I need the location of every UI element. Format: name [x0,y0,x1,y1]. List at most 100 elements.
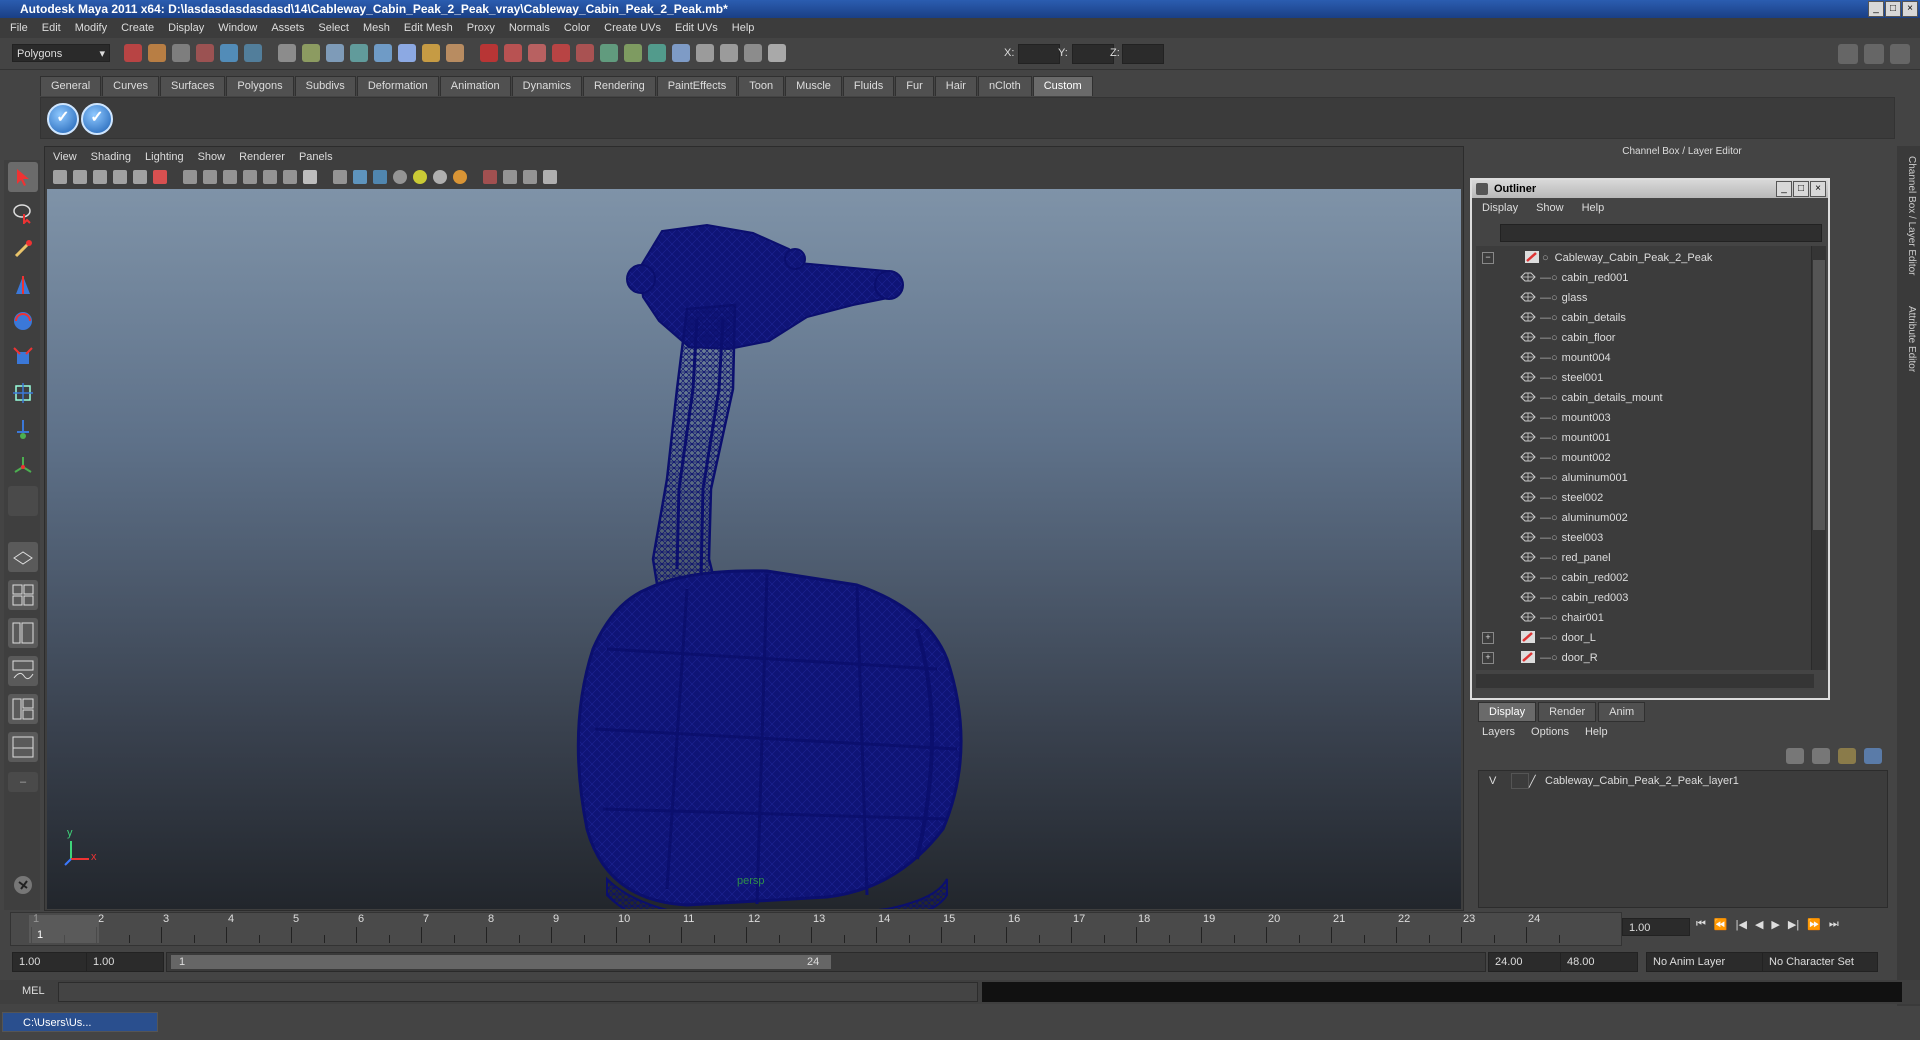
hypershade-icon[interactable] [552,44,570,62]
select-component-icon[interactable] [244,44,262,62]
outliner-item[interactable]: —○ cabin_floor [1476,328,1814,348]
menu-modify[interactable]: Modify [69,22,115,34]
snap-grid-icon[interactable] [302,44,320,62]
save-scene-icon[interactable] [172,44,190,62]
resolution-gate-icon[interactable] [223,170,237,184]
step-forward-frame-icon[interactable]: ▶| [1788,918,1799,931]
mask-icon[interactable] [278,44,296,62]
menu-edit-uvs[interactable]: Edit UVs [669,22,726,34]
history-icon[interactable] [422,44,440,62]
select-icon[interactable] [720,44,738,62]
construction-icon[interactable] [446,44,464,62]
x-field[interactable] [1018,44,1060,64]
wireframe-icon[interactable] [333,170,347,184]
close-button[interactable]: × [1902,1,1918,17]
current-frame-field[interactable]: 1.00 [1622,918,1690,936]
snap-plane-icon[interactable] [374,44,392,62]
shelf-tab-polygons[interactable]: Polygons [226,76,294,96]
shelf-tab-painteffects[interactable]: PaintEffects [656,76,738,96]
minimized-window[interactable]: C:\Users\Us... [2,1012,158,1032]
outliner-vertical-scrollbar[interactable] [1811,246,1826,670]
film-gate-icon[interactable] [203,170,217,184]
select-hierarchy-icon[interactable] [196,44,214,62]
render-view-icon[interactable] [576,44,594,62]
shelf-tab-deformation[interactable]: Deformation [356,76,439,96]
select-object-icon[interactable] [220,44,238,62]
check-icon[interactable]: ✓ [81,103,113,135]
snap-point-icon[interactable] [350,44,368,62]
outliner-item[interactable]: —○ steel001 [1476,368,1814,388]
menu-window[interactable]: Window [212,22,265,34]
toggle-toolsettings-icon[interactable] [1864,44,1884,64]
shelf-tab-curves[interactable]: Curves [102,76,159,96]
layer-tab-render[interactable]: Render [1538,702,1597,722]
mode-icon[interactable] [744,44,762,62]
go-to-end-icon[interactable]: ⏭ [1829,918,1839,931]
persp-outliner-layout-icon[interactable] [8,732,38,762]
layout-menu-button[interactable]: – [8,772,38,792]
field-chart-icon[interactable] [263,170,277,184]
outliner-item[interactable]: —○ steel002 [1476,488,1814,508]
outliner-item[interactable]: —○ cabin_details_mount [1476,388,1814,408]
panel-menu-show[interactable]: Show [198,151,226,163]
outliner-menu-help[interactable]: Help [1582,202,1605,214]
panel-menu-shading[interactable]: Shading [91,151,131,163]
layer-tab-display[interactable]: Display [1478,702,1537,722]
graph-icon[interactable] [672,44,690,62]
scroll-thumb[interactable] [1813,260,1825,530]
new-layer-icon[interactable] [1838,748,1856,764]
backface-icon[interactable] [543,170,557,184]
step-back-frame-icon[interactable]: |◀ [1736,918,1747,931]
move-tool-icon[interactable] [8,270,38,300]
anim-end-field[interactable]: 48.00 [1560,952,1638,972]
outliner-item[interactable]: —○ mount003 [1476,408,1814,428]
menu-file[interactable]: File [4,22,36,34]
layer-menu-layers[interactable]: Layers [1482,726,1515,738]
shelf-tab-subdivs[interactable]: Subdivs [294,76,356,96]
lock-camera-icon[interactable] [73,170,87,184]
safe-action-icon[interactable] [283,170,297,184]
layer-menu-options[interactable]: Options [1531,726,1569,738]
outliner-item[interactable]: —○ cabin_red002 [1476,568,1814,588]
texture-icon[interactable] [393,170,407,184]
layer-template-toggle[interactable] [1511,773,1529,789]
outliner-item[interactable]: + —○ door_R [1476,648,1814,668]
safe-title-icon[interactable] [303,170,317,184]
menu-normals[interactable]: Normals [503,22,558,34]
shelf-tab-fluids[interactable]: Fluids [842,76,895,96]
transform-field-icon[interactable] [768,44,786,62]
lasso-tool-icon[interactable] [8,198,38,228]
outliner-persp-layout-icon[interactable] [8,618,38,648]
layer-tab-anim[interactable]: Anim [1598,702,1646,722]
image-plane-icon[interactable] [133,170,147,184]
show-manip-icon[interactable] [8,450,38,480]
move-layer-down-icon[interactable] [1812,748,1830,764]
shelf-tab-custom[interactable]: Custom [1032,76,1093,96]
outliner-titlebar[interactable]: Outliner _ □ × [1472,180,1828,198]
toggle-channelbox-icon[interactable] [1890,44,1910,64]
two-d-pan-icon[interactable] [153,170,167,184]
outliner-menu-display[interactable]: Display [1482,202,1518,214]
channel-box-tab[interactable]: Channel Box / Layer Editor [1899,156,1917,276]
shelf-tab-rendering[interactable]: Rendering [582,76,656,96]
move-layer-up-icon[interactable] [1786,748,1804,764]
xray-joints-icon[interactable] [523,170,537,184]
output-list-icon[interactable] [624,44,642,62]
snap-curve-icon[interactable] [326,44,344,62]
smooth-shade-icon[interactable] [353,170,367,184]
outliner-item[interactable]: —○ cabin_red001 [1476,268,1814,288]
close-button[interactable]: × [1810,181,1826,197]
shelf-tab-muscle[interactable]: Muscle [785,76,842,96]
expand-toggle[interactable]: + [1482,652,1494,664]
soft-mod-icon[interactable] [8,414,38,444]
camera-icon[interactable] [696,44,714,62]
last-tool-slot[interactable] [8,486,38,516]
outliner-item[interactable]: —○ mount002 [1476,448,1814,468]
character-icon[interactable] [8,870,38,900]
menu-color[interactable]: Color [558,22,598,34]
maximize-button[interactable]: □ [1885,1,1901,17]
wireframe-on-shaded-icon[interactable] [373,170,387,184]
new-layer-selected-icon[interactable] [1864,748,1882,764]
outliner-item[interactable]: —○ glass [1476,288,1814,308]
menu-proxy[interactable]: Proxy [461,22,503,34]
